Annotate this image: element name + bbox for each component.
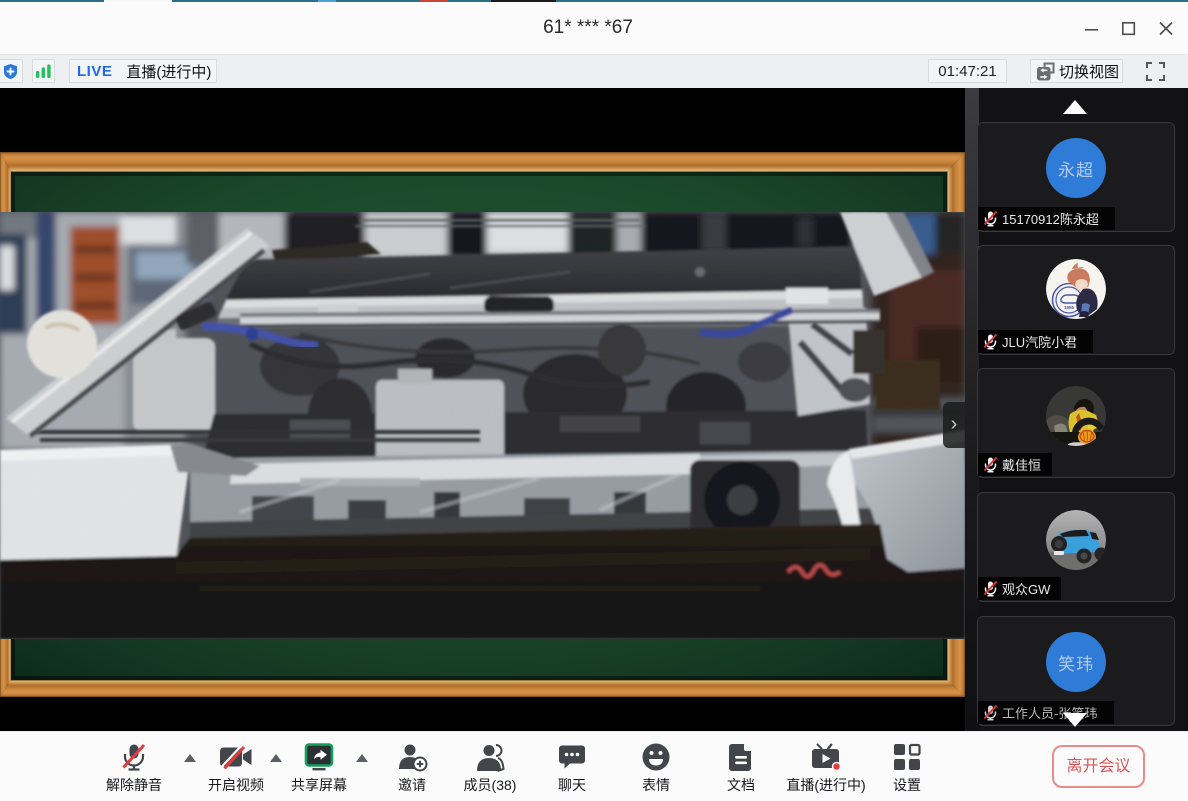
svg-text:1955: 1955 — [1064, 305, 1075, 310]
